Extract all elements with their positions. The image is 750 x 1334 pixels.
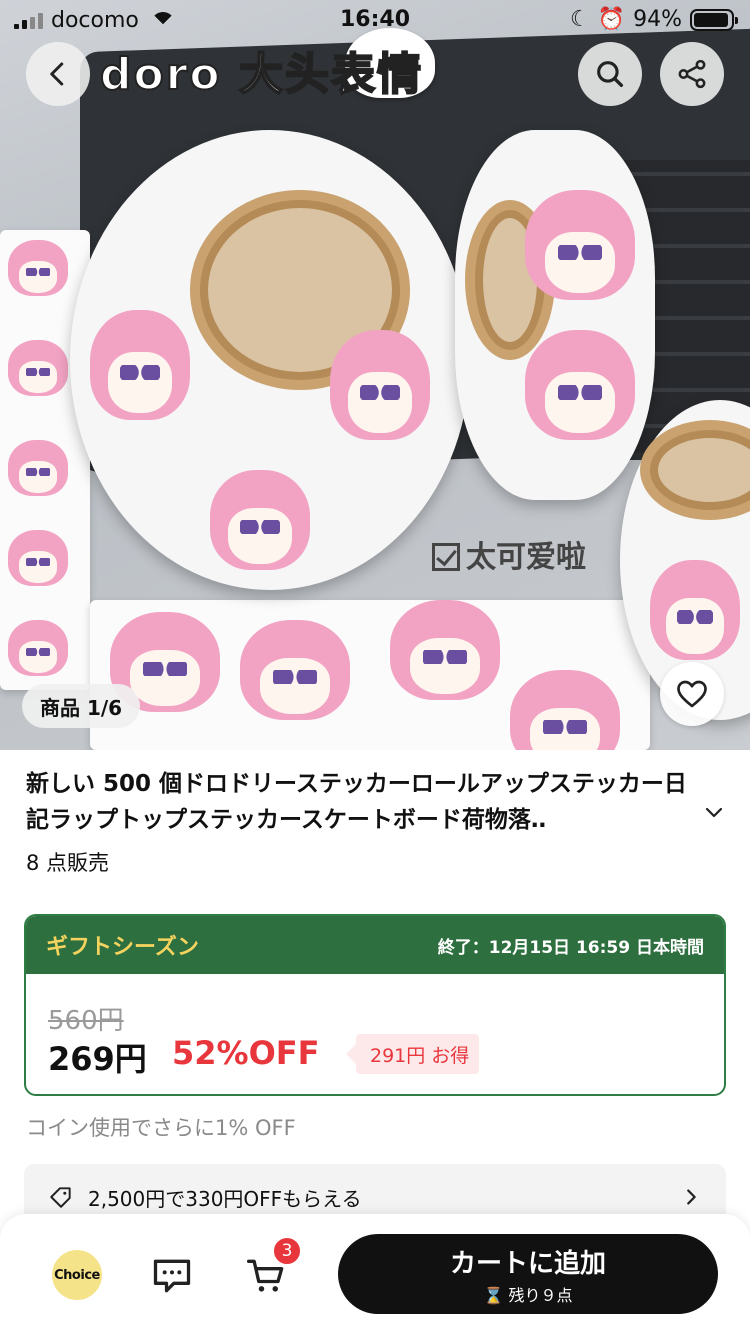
add-to-cart-label: カートに追加 — [449, 1248, 606, 1279]
hero-overlay-title: doro 大头表情 — [99, 48, 423, 101]
status-bar: docomo 16:40 ☾ ⏰ 94% — [0, 0, 750, 40]
product-title: 新しい 500 個ドロドリーステッカーロールアップステッカー日記ラップトップステ… — [26, 771, 687, 833]
share-icon — [678, 59, 706, 89]
add-to-cart-button[interactable]: カートに追加 ⌛ 残り９点 — [338, 1234, 718, 1314]
search-icon — [597, 61, 624, 88]
message-button[interactable] — [150, 1254, 194, 1302]
product-image[interactable]: doro 大头表情 太可爱啦 — [0, 0, 750, 750]
coin-discount-note: コイン使用でさらに1% OFF — [26, 1116, 296, 1140]
share-button[interactable] — [660, 42, 724, 106]
alarm-icon: ⏰ — [597, 7, 626, 32]
choice-button[interactable]: Choice — [52, 1250, 102, 1300]
stock-note: ⌛ 残り９点 — [483, 1285, 573, 1305]
message-icon — [153, 1259, 191, 1293]
moon-icon: ☾ — [569, 7, 590, 32]
chevron-right-icon — [680, 1186, 702, 1208]
search-button[interactable] — [578, 42, 642, 106]
coupon-text: 2,500円で330円OFFもらえる — [88, 1186, 362, 1211]
checkbox-icon — [432, 543, 460, 571]
savings-badge: 291円 お得 — [345, 1034, 480, 1074]
image-counter: 商品 1/6 — [22, 684, 141, 728]
battery-percent: 94% — [633, 7, 682, 32]
promo-name: ギフトシーズン — [46, 935, 199, 960]
promo-end-time: 終了：12月15日 16:59 日本時間 — [437, 937, 704, 958]
battery-icon — [690, 8, 738, 31]
back-button[interactable] — [26, 42, 90, 106]
promo-header: ギフトシーズン 終了：12月15日 16:59 日本時間 — [26, 916, 724, 974]
sold-count: 8 点販売 — [26, 851, 110, 875]
original-price: 560円 — [48, 1006, 124, 1036]
heart-icon — [677, 680, 707, 708]
bottom-action-bar: Choice 3 カートに追加 ⌛ 残り９点 — [0, 1214, 750, 1334]
sticker-sheet — [90, 600, 650, 750]
tag-icon — [48, 1184, 74, 1210]
expand-title-button[interactable] — [702, 800, 726, 828]
promo-card: ギフトシーズン 終了：12月15日 16:59 日本時間 560円 269円 5… — [24, 914, 726, 1096]
chevron-left-icon — [50, 62, 64, 86]
sticker-roll — [70, 130, 470, 590]
cart-count-badge: 3 — [272, 1236, 302, 1266]
discount-percent: 52%OFF — [172, 1034, 320, 1072]
chevron-down-icon — [705, 807, 723, 818]
sticker-roll — [455, 130, 655, 500]
hourglass-icon: ⌛ — [483, 1285, 504, 1305]
favorite-button[interactable] — [660, 662, 724, 726]
sale-price: 269円 — [48, 1040, 147, 1078]
hero-caption: 太可爱啦 — [432, 532, 586, 576]
image-counter-label: 商品 1/6 — [40, 695, 123, 720]
